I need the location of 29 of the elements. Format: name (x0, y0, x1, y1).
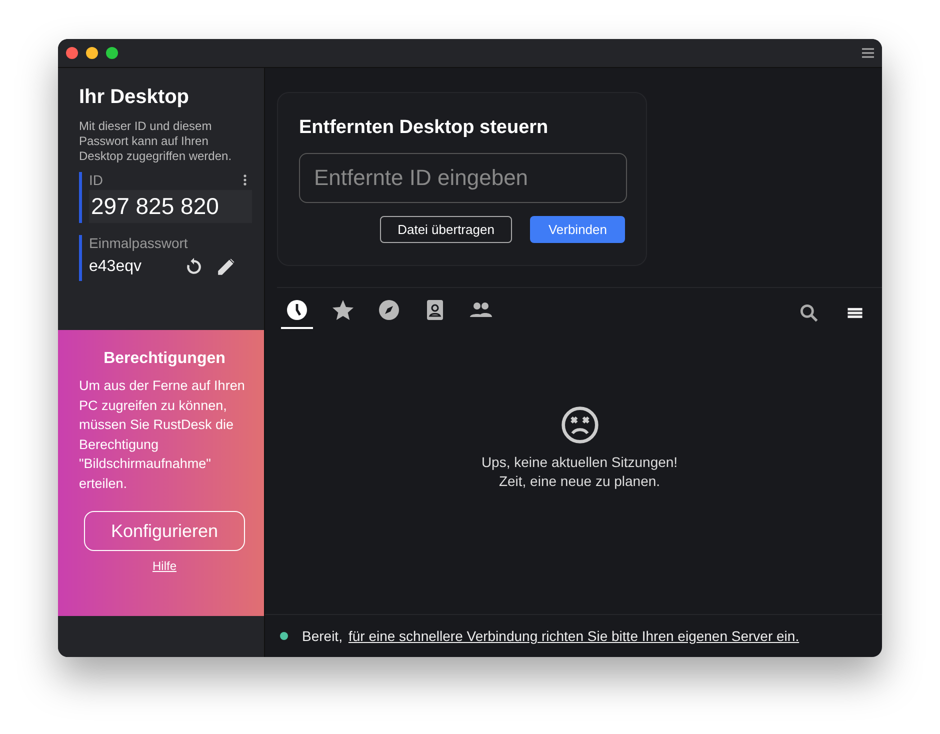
description-text: Mit dieser ID und diesem Passwort kann auf Ihren Desktop zugegriffen werden. (79, 119, 233, 164)
help-link[interactable]: Hilfe (152, 559, 176, 573)
sad-face-icon (560, 404, 600, 444)
server-setup-link[interactable]: für eine schnellere Verbindung richten Sie bitte Ihren eigenen Server ein. (348, 628, 800, 644)
card-title: Entfernten Desktop steuern (299, 117, 550, 139)
close-button[interactable] (66, 47, 78, 59)
empty-message: Zeit, eine neue zu planen. (498, 472, 660, 490)
search-icon[interactable] (798, 302, 820, 324)
password-value: e43eqv (89, 258, 142, 276)
compass-icon (377, 298, 401, 322)
field-label: Einmalpasswort (89, 235, 189, 251)
clock-icon (285, 298, 309, 322)
field-label: ID (89, 172, 103, 188)
panel-title: Berechtigungen (102, 350, 226, 368)
refresh-icon[interactable] (184, 257, 204, 277)
configure-button[interactable]: Konfigurieren (84, 511, 245, 551)
zoom-button[interactable] (106, 47, 118, 59)
file-transfer-button[interactable]: Datei übertragen (380, 216, 512, 243)
empty-message: Ups, keine aktuellen Sitzungen! (481, 452, 678, 472)
minimize-button[interactable] (86, 47, 98, 59)
status-text: Bereit, (302, 628, 342, 644)
id-value: 297 825 820 (89, 190, 252, 223)
section-title: Ihr Desktop (79, 86, 190, 109)
star-icon (331, 298, 355, 322)
id-input-field[interactable]: Entfernte ID eingeben (299, 153, 627, 203)
menu-icon[interactable] (862, 48, 874, 58)
connect-button[interactable]: Verbinden (530, 216, 625, 243)
pencil-icon[interactable] (216, 257, 236, 277)
panel-text: Um aus der Ferne auf Ihren PC zugreifen zu können, müssen Sie RustDesk die Berechtigung "Bildschirmaufnahme" erteilen. (79, 377, 246, 492)
